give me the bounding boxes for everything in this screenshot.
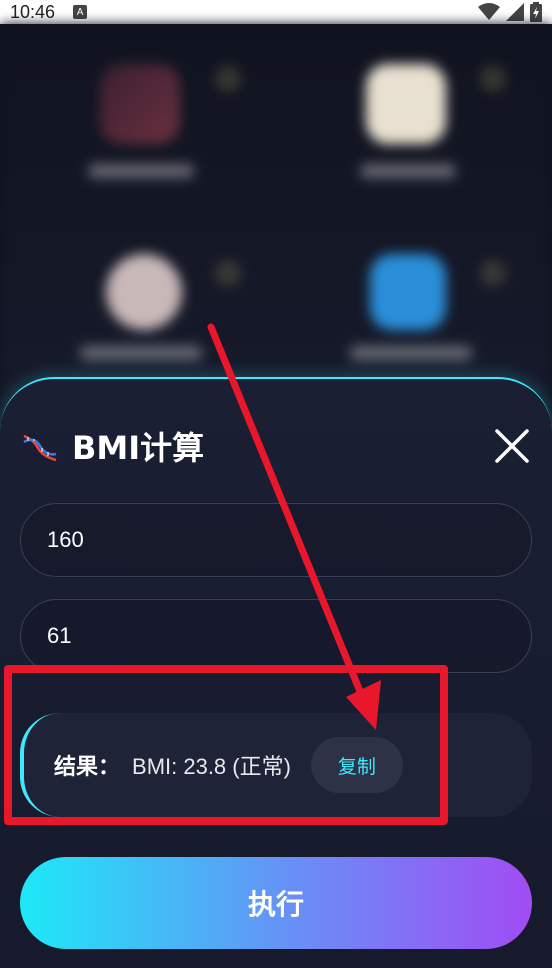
notification-icon: A	[73, 5, 88, 19]
bg-badge	[480, 260, 506, 286]
status-time: 10:46	[10, 1, 56, 22]
result-card: 结果： BMI: 23.8 (正常) 复制	[20, 713, 532, 817]
result-label: 结果：	[54, 755, 121, 780]
bg-app-label	[350, 346, 472, 360]
execute-button[interactable]: 执行	[20, 857, 532, 949]
result-value: BMI: 23.8 (正常)	[132, 754, 291, 779]
bg-badge	[215, 66, 241, 92]
status-icons	[478, 2, 542, 22]
page-title: BMI计算	[72, 429, 205, 467]
bg-badge	[480, 66, 506, 92]
signal-icon	[506, 3, 524, 21]
weight-input[interactable]	[20, 599, 532, 673]
close-button[interactable]	[492, 426, 532, 466]
bg-badge	[215, 260, 241, 286]
close-icon	[495, 429, 529, 463]
bg-app-label	[80, 346, 202, 360]
bg-app-tile	[106, 254, 182, 330]
bg-app-tile	[100, 64, 180, 144]
copy-button[interactable]: 复制	[310, 737, 403, 793]
bg-app-label	[360, 164, 456, 178]
dna-icon	[23, 434, 57, 462]
wifi-icon	[478, 3, 500, 20]
battery-icon	[530, 2, 542, 22]
blurred-background	[0, 24, 552, 424]
bg-app-tile	[366, 64, 446, 144]
bg-app-tile	[370, 254, 446, 330]
height-input[interactable]	[20, 503, 532, 577]
bg-app-label	[88, 164, 194, 178]
bmi-bottom-sheet: BMI计算 结果： BMI: 23.8 (正常) 复制 执行	[0, 377, 552, 968]
status-bar: 10:46 A	[0, 0, 552, 24]
sheet-header: BMI计算	[20, 421, 532, 471]
